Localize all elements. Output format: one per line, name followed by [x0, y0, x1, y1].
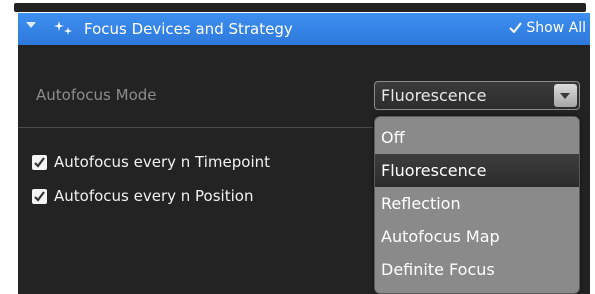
window-top-edge [0, 0, 595, 13]
option-reflection[interactable]: Reflection [375, 187, 579, 220]
autofocus-mode-select[interactable]: Fluorescence [374, 81, 580, 110]
checkmark-icon [509, 22, 522, 34]
section-divider [18, 127, 373, 128]
option-definite-focus[interactable]: Definite Focus [375, 253, 579, 286]
collapse-chevron-icon[interactable] [26, 22, 36, 28]
autofocus-mode-dropdown-menu: Off Fluorescence Reflection Autofocus Ma… [374, 116, 580, 294]
focus-sparkle-icon [54, 21, 72, 35]
autofocus-mode-value: Fluorescence [381, 86, 487, 105]
panel-header[interactable]: Focus Devices and Strategy Show All [18, 13, 590, 45]
checkbox-label: Autofocus every n Position [54, 187, 254, 205]
checkbox-checked-icon[interactable] [32, 189, 47, 204]
option-fluorescence[interactable]: Fluorescence [375, 154, 579, 187]
option-off[interactable]: Off [375, 121, 579, 154]
option-autofocus-map[interactable]: Autofocus Map [375, 220, 579, 253]
panel-title: Focus Devices and Strategy [84, 20, 293, 38]
dropdown-arrow-icon[interactable] [554, 84, 577, 107]
checkbox-checked-icon[interactable] [32, 155, 47, 170]
show-all-button[interactable]: Show All [509, 20, 586, 36]
show-all-label: Show All [526, 20, 586, 36]
autofocus-mode-label: Autofocus Mode [36, 86, 157, 104]
checkbox-label: Autofocus every n Timepoint [54, 153, 271, 171]
